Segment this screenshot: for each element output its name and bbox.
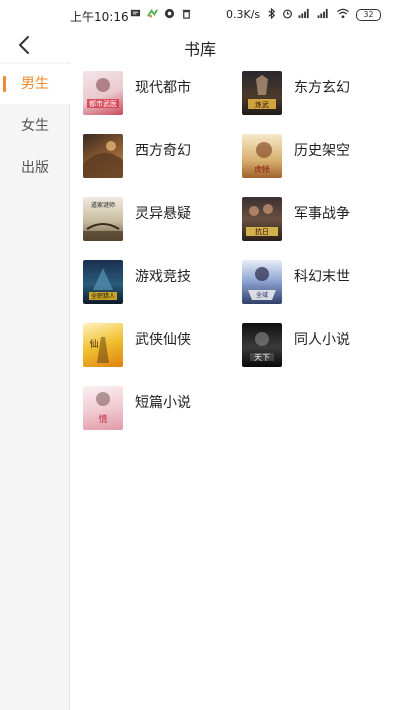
book-cover: 虎帐 xyxy=(242,134,282,178)
category-item[interactable]: 仙 武侠仙侠 xyxy=(83,323,233,369)
status-bar: 上午10:16 0.3K/s 32 xyxy=(0,0,400,30)
book-cover: 抗日 xyxy=(242,197,282,241)
cover-title: 炼武 xyxy=(255,100,269,109)
status-system-icons xyxy=(266,8,350,19)
book-cover: 仙 xyxy=(83,323,123,367)
status-time: 上午10:16 xyxy=(70,10,129,24)
cover-title: 全职猎人 xyxy=(91,292,115,300)
book-cover: 炼武 xyxy=(242,71,282,115)
book-cover: 道家谜师 xyxy=(83,197,123,241)
category-item[interactable]: 情 短篇小说 xyxy=(83,386,233,432)
book-cover: 全职猎人 xyxy=(83,260,123,304)
bluetooth-icon xyxy=(268,8,276,19)
wifi-icon xyxy=(337,8,349,19)
book-cover: 情 xyxy=(83,386,123,430)
category-item[interactable]: 全域 科幻末世 xyxy=(242,260,392,306)
book-cover: 全域 xyxy=(242,260,282,304)
category-label: 历史架空 xyxy=(294,143,350,159)
category-item[interactable]: 都市武医 现代都市 xyxy=(83,71,233,117)
sidebar-item-female[interactable]: 女生 xyxy=(0,106,70,146)
battery-indicator: 32 xyxy=(356,9,381,21)
cover-title: 抗日 xyxy=(255,227,269,236)
sidebar-item-label: 出版 xyxy=(21,160,49,176)
sidebar-item-publish[interactable]: 出版 xyxy=(0,148,70,188)
cover-title: 天下 xyxy=(254,353,270,362)
category-item[interactable]: 西方奇幻 xyxy=(83,134,233,180)
category-item[interactable]: 虎帐 历史架空 xyxy=(242,134,392,180)
header: 书库 xyxy=(0,30,400,62)
category-item[interactable]: 道家谜师 灵异悬疑 xyxy=(83,197,233,243)
trash-icon xyxy=(182,9,191,19)
book-cover: 天下 xyxy=(242,323,282,367)
network-speed: 0.3K/s xyxy=(226,8,261,21)
category-label: 武侠仙侠 xyxy=(135,332,191,348)
category-label: 灵异悬疑 xyxy=(135,206,191,222)
category-label: 游戏竞技 xyxy=(135,269,191,285)
signal-icon xyxy=(298,8,309,19)
page-title: 书库 xyxy=(183,40,216,59)
alarm-icon xyxy=(283,9,292,19)
cover-title: 都市武医 xyxy=(89,99,117,108)
category-label: 同人小说 xyxy=(294,332,350,348)
sidebar-item-label: 女生 xyxy=(21,118,49,134)
active-indicator xyxy=(3,76,6,92)
category-label: 东方玄幻 xyxy=(294,80,350,96)
cover-title: 道家谜师 xyxy=(91,201,115,209)
category-label: 短篇小说 xyxy=(135,395,191,411)
category-label: 西方奇幻 xyxy=(135,143,191,159)
category-item[interactable]: 天下 同人小说 xyxy=(242,323,392,369)
status-notification-icons xyxy=(130,8,192,19)
signal-2-icon xyxy=(317,8,328,19)
sidebar: 男生 女生 出版 xyxy=(0,62,70,710)
app-notification-icon xyxy=(147,9,158,18)
cover-title: 情 xyxy=(98,413,107,425)
message-icon xyxy=(130,9,141,17)
book-cover xyxy=(83,134,123,178)
cover-title: 虎帐 xyxy=(254,164,270,174)
cover-title: 仙 xyxy=(89,338,98,350)
sidebar-item-male[interactable]: 男生 xyxy=(0,64,70,104)
vpn-icon xyxy=(164,8,175,19)
category-label: 现代都市 xyxy=(135,80,191,96)
category-item[interactable]: 炼武 东方玄幻 xyxy=(242,71,392,117)
category-label: 科幻末世 xyxy=(294,269,350,285)
book-cover: 都市武医 xyxy=(83,71,123,115)
category-item[interactable]: 抗日 军事战争 xyxy=(242,197,392,243)
cover-title: 全域 xyxy=(256,291,268,299)
category-label: 军事战争 xyxy=(294,206,350,222)
category-item[interactable]: 全职猎人 游戏竞技 xyxy=(83,260,233,306)
sidebar-item-label: 男生 xyxy=(21,76,49,92)
